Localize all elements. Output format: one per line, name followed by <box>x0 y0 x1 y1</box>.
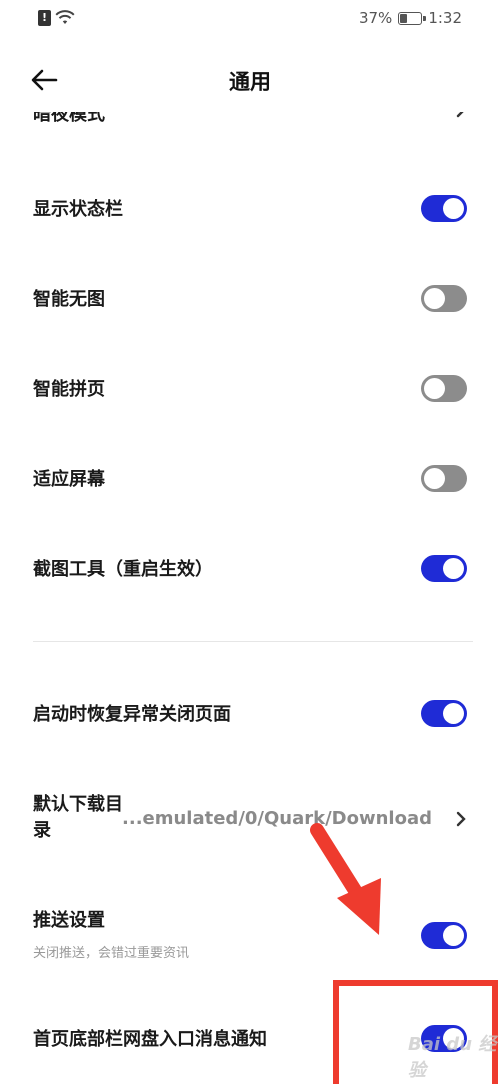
chevron-right-icon <box>456 811 466 827</box>
toggle-knob <box>443 198 464 219</box>
row-label: 智能拼页 <box>33 379 105 400</box>
smart-page-join-toggle[interactable] <box>421 375 467 402</box>
alert-icon: ! <box>38 10 51 26</box>
row-label-line1: 默认下载目 <box>33 794 123 815</box>
status-right: 37% 1:32 <box>359 9 462 27</box>
row-sublabel: 关闭推送，会错过重要资讯 <box>33 946 190 961</box>
watermark: Bai du 经验 <box>408 1034 497 1081</box>
tutorial-arrow-icon <box>310 823 381 935</box>
show-status-bar-toggle[interactable] <box>421 195 467 222</box>
toggle-knob <box>424 288 445 309</box>
wifi-icon <box>55 10 75 24</box>
row-label: 首页底部栏网盘入口消息通知 <box>33 1029 267 1050</box>
settings-row-push: 推送设置 关闭推送，会错过重要资讯 <box>0 908 500 968</box>
toggle-knob <box>424 468 445 489</box>
battery-fill <box>400 13 408 23</box>
settings-row-show-status-bar: 显示状态栏 <box>0 190 500 230</box>
clock: 1:32 <box>428 9 462 27</box>
status-left: ! <box>38 10 75 26</box>
header-mask <box>0 108 500 112</box>
settings-row-smart-page-join: 智能拼页 <box>0 370 500 410</box>
push-toggle[interactable] <box>421 922 467 949</box>
toggle-knob <box>424 378 445 399</box>
smart-no-image-toggle[interactable] <box>421 285 467 312</box>
settings-row-screenshot-tool: 截图工具（重启生效） <box>0 550 500 590</box>
toggle-knob <box>443 703 464 724</box>
section-divider <box>33 641 473 642</box>
toggle-knob <box>443 925 464 946</box>
row-label: 显示状态栏 <box>33 199 123 220</box>
status-bar: ! 37% 1:32 <box>0 0 500 40</box>
settings-row-restore-pages: 启动时恢复异常关闭页面 <box>0 695 500 735</box>
toggle-knob <box>443 558 464 579</box>
restore-pages-toggle[interactable] <box>421 700 467 727</box>
header: 通用 <box>0 52 500 108</box>
row-label: 适应屏幕 <box>33 469 105 490</box>
settings-row-fit-screen: 适应屏幕 <box>0 460 500 500</box>
battery-icon <box>398 11 427 25</box>
settings-row-smart-no-image: 智能无图 <box>0 280 500 320</box>
fit-screen-toggle[interactable] <box>421 465 467 492</box>
row-label: 截图工具（重启生效） <box>33 559 213 580</box>
row-label: 智能无图 <box>33 289 105 310</box>
page-title: 通用 <box>229 70 271 94</box>
settings-row-download-dir[interactable]: 默认下载目 录 ...emulated/0/Quark/Download <box>0 792 500 848</box>
battery-percent: 37% <box>358 9 393 27</box>
screenshot-tool-toggle[interactable] <box>421 555 467 582</box>
battery-tip <box>423 15 427 21</box>
row-label-line2: 录 <box>33 820 51 841</box>
row-label: 推送设置 <box>33 910 105 931</box>
row-label: 启动时恢复异常关闭页面 <box>33 704 231 725</box>
